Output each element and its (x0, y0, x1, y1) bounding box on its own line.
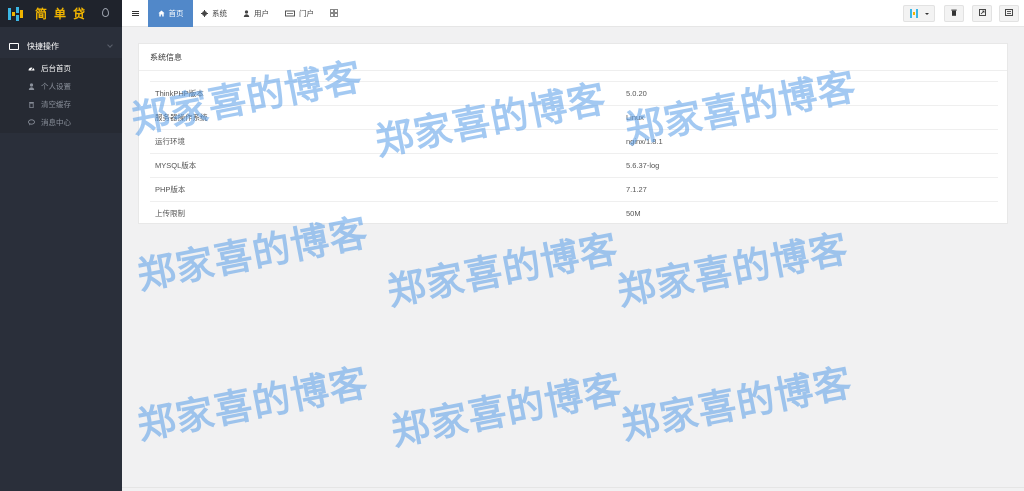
table-row: ThinkPHP版本 5.0.20 (150, 81, 998, 105)
sidebar-group-shortcuts[interactable]: 快捷操作 (0, 39, 122, 53)
sidebar-submenu: 后台首页 个人设置 清空缓存 消息中心 (0, 58, 122, 133)
portal-icon (285, 10, 295, 17)
watermark-text: 郑家喜的博客 (617, 360, 856, 449)
row-key: 上传限制 (155, 209, 185, 218)
caret-down-icon (924, 12, 929, 15)
sidebar-item-dashboard[interactable]: 后台首页 (0, 59, 122, 77)
menu-toggle-button[interactable] (122, 0, 148, 27)
message-icon (28, 118, 35, 126)
sidebar-item-profile[interactable]: 个人设置 (0, 77, 122, 95)
tab-label: 首页 (168, 8, 184, 18)
watermark-text: 郑家喜的博客 (387, 366, 626, 455)
tab-users[interactable]: 用户 (235, 0, 277, 27)
row-value: 7.1.27 (626, 185, 647, 194)
logo-text: 简单贷 (35, 7, 93, 21)
watermark-text: 郑家喜的博客 (383, 226, 622, 315)
sidebar-group-label: 快捷操作 (27, 41, 59, 51)
chevron-down-icon (107, 42, 113, 48)
tab-label: 门户 (299, 8, 314, 18)
sidebar-item-label: 个人设置 (41, 81, 71, 91)
sidebar-item-label: 消息中心 (41, 117, 71, 127)
sidebar-item-label: 后台首页 (41, 63, 71, 73)
table-row: 运行环境 nginx/1.8.1 (150, 129, 998, 153)
gear-icon (201, 9, 208, 17)
hamburger-icon (131, 10, 139, 16)
home-icon (157, 10, 165, 17)
watermark-text: 郑家喜的博客 (613, 226, 852, 315)
fullscreen-button[interactable] (972, 5, 992, 22)
top-navbar: 首页 系统 用户 门户 (122, 0, 1024, 27)
dashboard-icon (28, 65, 35, 72)
news-button[interactable] (999, 5, 1019, 22)
folder-open-icon (9, 42, 19, 50)
tab-label: 用户 (254, 8, 269, 18)
theme-drop-icon[interactable] (102, 8, 109, 17)
theme-logo-dropdown-button[interactable] (903, 5, 935, 22)
table-row: MYSQL版本 5.6.37-log (150, 153, 998, 177)
sidebar-item-clear-cache[interactable]: 清空缓存 (0, 95, 122, 113)
tab-apps[interactable] (322, 0, 350, 27)
row-value: nginx/1.8.1 (626, 137, 663, 146)
system-info-table: ThinkPHP版本 5.0.20 服务器操作系统 Linux 运行环境 ngi… (150, 81, 998, 225)
clear-cache-button[interactable] (944, 5, 964, 22)
row-key: 运行环境 (155, 137, 185, 146)
row-value: 50M (626, 209, 641, 218)
logo-h-icon (909, 9, 920, 18)
user-icon (243, 9, 250, 17)
panel-title: 系统信息 (139, 44, 1007, 71)
logo-h-icon (8, 6, 25, 21)
tab-label: 系统 (212, 8, 227, 18)
logo-bar[interactable]: 简单贷 (0, 0, 122, 27)
table-row: 服务器操作系统 Linux (150, 105, 998, 129)
tab-portal[interactable]: 门户 (277, 0, 322, 27)
row-key: 服务器操作系统 (155, 113, 208, 122)
tab-system[interactable]: 系统 (193, 0, 235, 27)
row-key: PHP版本 (155, 185, 186, 194)
sidebar-item-label: 清空缓存 (41, 99, 71, 109)
user-icon (28, 82, 35, 90)
grid-icon (330, 9, 338, 17)
sidebar-item-messages[interactable]: 消息中心 (0, 113, 122, 131)
row-key: MYSQL版本 (155, 161, 197, 170)
trash-icon (951, 9, 957, 18)
row-value: 5.6.37-log (626, 161, 660, 170)
system-info-panel: 系统信息 ThinkPHP版本 5.0.20 服务器操作系统 Linux 运行环… (138, 43, 1008, 224)
bottom-divider (122, 487, 1024, 488)
row-key: ThinkPHP版本 (155, 89, 204, 98)
row-value: 5.0.20 (626, 89, 647, 98)
table-row: PHP版本 7.1.27 (150, 177, 998, 201)
tab-home[interactable]: 首页 (148, 0, 193, 27)
table-row: 上传限制 50M (150, 201, 998, 225)
expand-icon (978, 9, 986, 18)
watermark-text: 郑家喜的博客 (133, 360, 372, 449)
sidebar: 简单贷 快捷操作 后台首页 个人设置 清空缓存 消息中心 (0, 0, 122, 491)
newspaper-icon (1005, 9, 1013, 18)
row-value: Linux (626, 113, 644, 122)
trash-icon (28, 101, 35, 108)
